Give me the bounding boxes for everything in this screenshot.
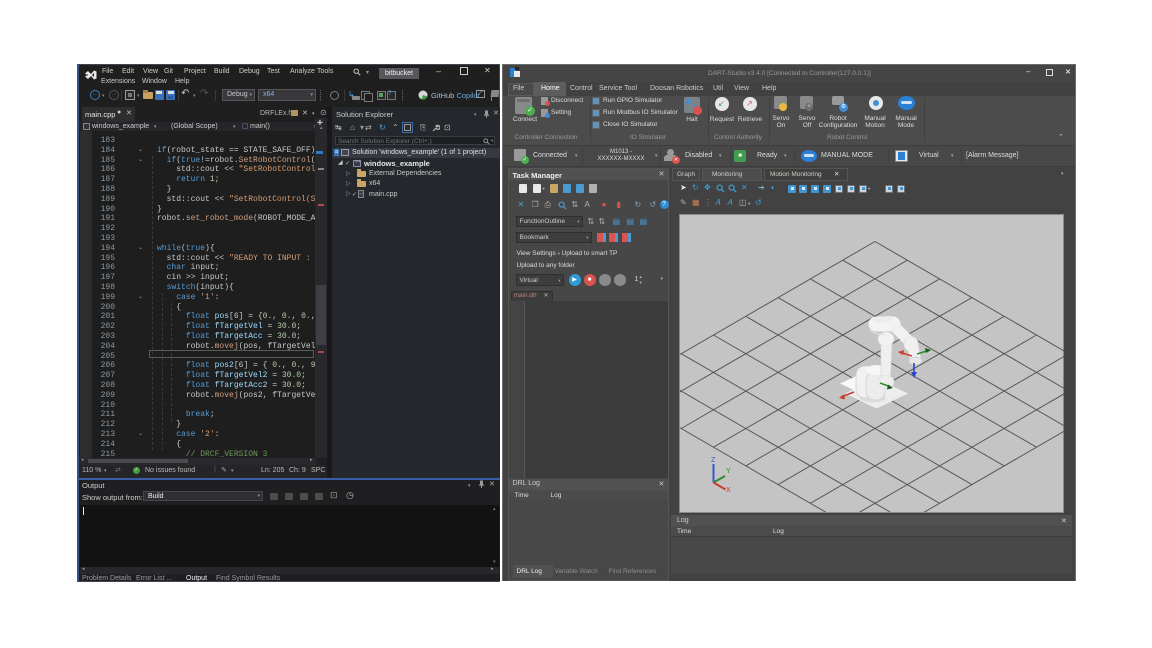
svg-text:X: X	[726, 487, 731, 494]
svg-text:Y: Y	[726, 468, 731, 475]
svg-text:Z: Z	[711, 457, 716, 464]
